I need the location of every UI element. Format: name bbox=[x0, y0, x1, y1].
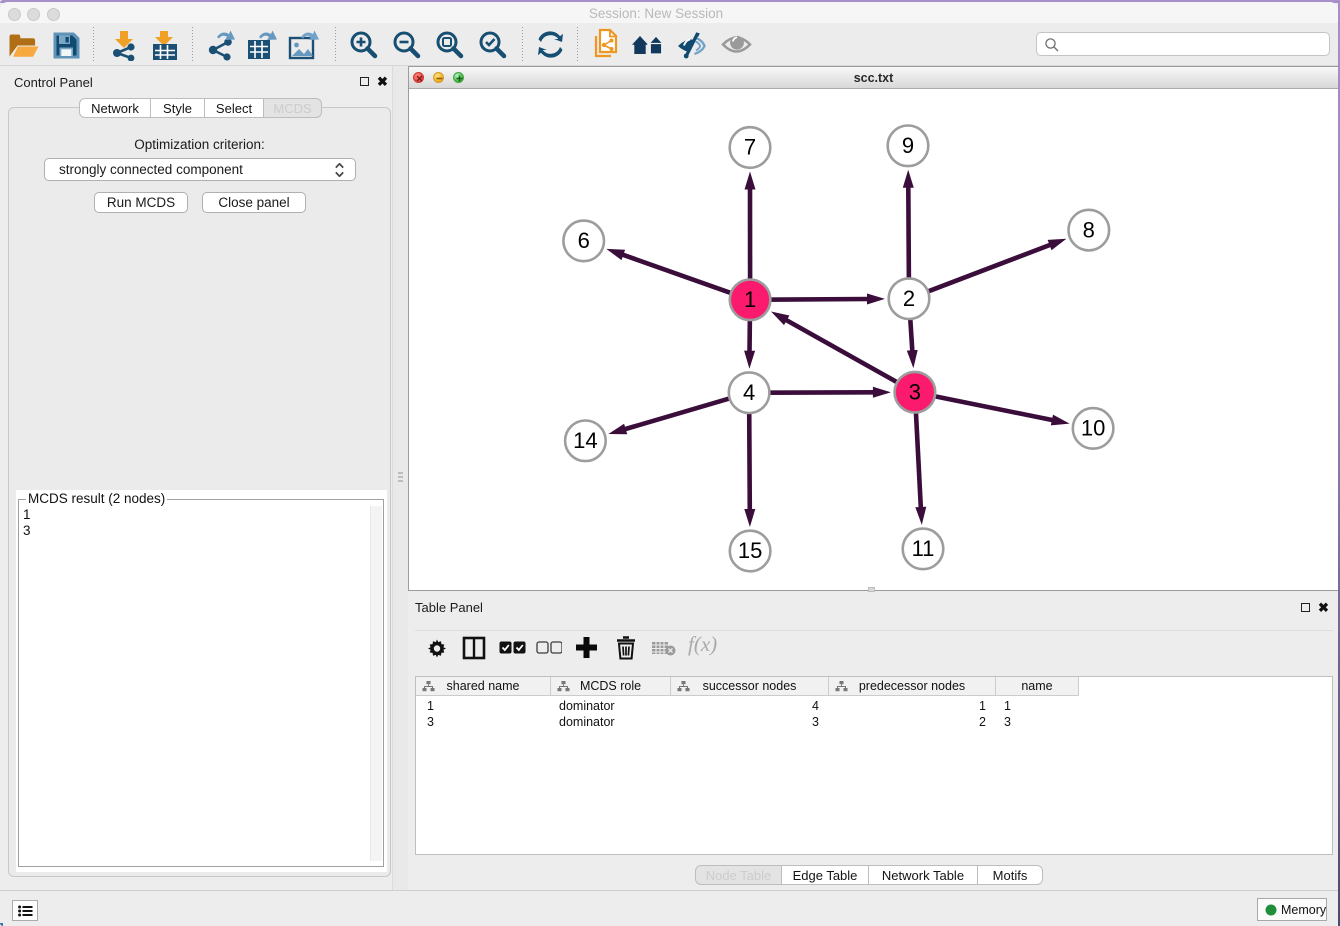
svg-text:2: 2 bbox=[903, 286, 915, 311]
svg-text:10: 10 bbox=[1081, 416, 1105, 441]
svg-text:11: 11 bbox=[912, 536, 935, 561]
svg-text:3: 3 bbox=[909, 379, 921, 404]
svg-text:9: 9 bbox=[902, 133, 914, 158]
svg-text:15: 15 bbox=[738, 538, 762, 563]
svg-text:6: 6 bbox=[578, 228, 590, 253]
svg-text:4: 4 bbox=[743, 380, 755, 405]
svg-text:14: 14 bbox=[573, 428, 597, 453]
svg-text:7: 7 bbox=[744, 135, 756, 160]
svg-text:1: 1 bbox=[744, 287, 756, 312]
svg-text:8: 8 bbox=[1083, 217, 1095, 242]
